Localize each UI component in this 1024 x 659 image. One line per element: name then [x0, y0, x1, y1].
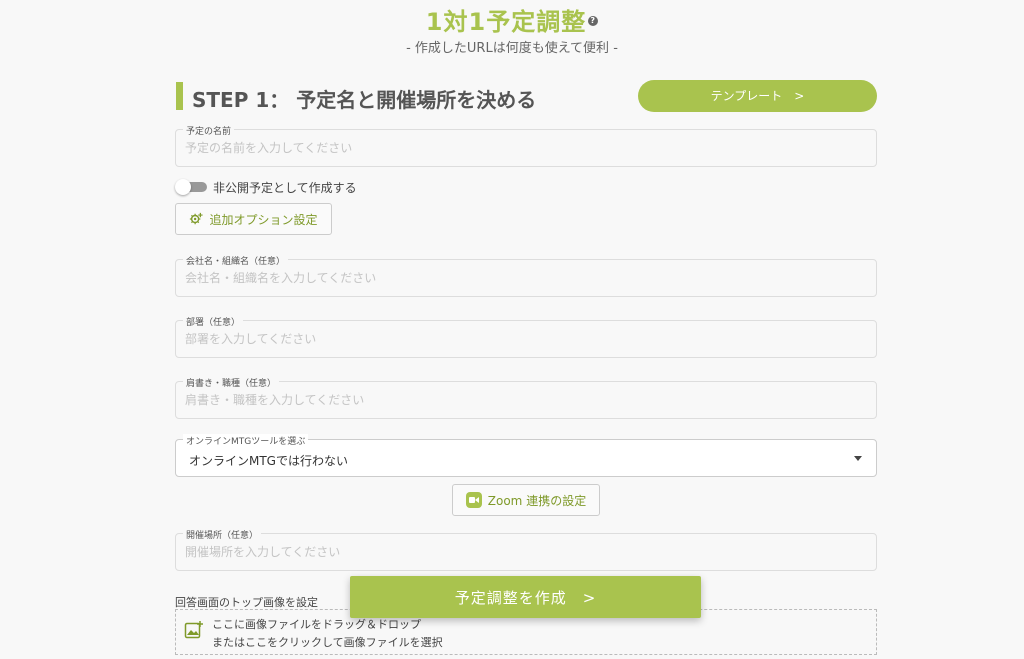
department-label: 部署（任意）	[183, 315, 244, 328]
private-toggle-label: 非公開予定として作成する	[213, 180, 357, 195]
top-image-label: 回答画面のトップ画像を設定	[175, 596, 318, 609]
step-accent-bar	[176, 82, 183, 110]
mtg-tool-select[interactable]: オンラインMTGツールを選ぶ オンラインMTGでは行わない	[175, 434, 877, 477]
additional-options-label: 追加オプション設定	[209, 212, 318, 227]
page-title-text: 1対1予定調整	[425, 8, 587, 36]
page: 1対1予定調整? - 作成したURLは何度も使えて便利 - STEP 1： 予定…	[0, 0, 1024, 659]
private-toggle[interactable]	[175, 179, 207, 195]
event-name-field[interactable]: 予定の名前	[175, 124, 877, 167]
template-button[interactable]: テンプレート >	[638, 80, 877, 112]
department-field[interactable]: 部署（任意）	[175, 315, 877, 358]
company-field[interactable]: 会社名・組織名（任意）	[175, 254, 877, 297]
page-title: 1対1予定調整?	[0, 2, 1024, 37]
step-title: STEP 1： 予定名と開催場所を決める	[192, 88, 537, 112]
toggle-knob	[175, 179, 191, 195]
add-image-icon	[184, 621, 203, 639]
company-input[interactable]	[185, 271, 865, 285]
department-input[interactable]	[185, 332, 865, 346]
help-icon[interactable]: ?	[588, 16, 599, 26]
page-subtitle: - 作成したURLは何度も使えて便利 -	[406, 41, 618, 56]
caret-down-icon	[854, 456, 862, 461]
event-name-input[interactable]	[185, 141, 865, 155]
mtg-tool-label: オンラインMTGツールを選ぶ	[183, 434, 309, 447]
company-label: 会社名・組織名（任意）	[183, 254, 289, 267]
gear-plus-icon	[190, 212, 204, 225]
video-camera-icon	[465, 492, 482, 508]
position-input[interactable]	[185, 393, 865, 407]
additional-options-button[interactable]: 追加オプション設定	[175, 203, 332, 235]
dropzone-line-2: またはここをクリックして画像ファイルを選択	[212, 636, 443, 649]
zoom-settings-label: Zoom 連携の設定	[487, 493, 587, 508]
location-label: 開催場所（任意）	[183, 528, 262, 541]
position-field[interactable]: 肩書き・職種（任意）	[175, 376, 877, 419]
location-field[interactable]: 開催場所（任意）	[175, 528, 877, 571]
location-input[interactable]	[185, 545, 865, 559]
private-toggle-row: 非公開予定として作成する	[175, 179, 357, 195]
dropzone-line-1: ここに画像ファイルをドラッグ＆ドロップ	[212, 618, 421, 631]
event-name-label: 予定の名前	[183, 124, 235, 137]
mtg-tool-selected-value: オンラインMTGでは行わない	[189, 454, 348, 468]
create-schedule-button[interactable]: 予定調整を作成 >	[350, 576, 701, 618]
position-label: 肩書き・職種（任意）	[183, 376, 280, 389]
zoom-settings-button[interactable]: Zoom 連携の設定	[452, 484, 600, 516]
